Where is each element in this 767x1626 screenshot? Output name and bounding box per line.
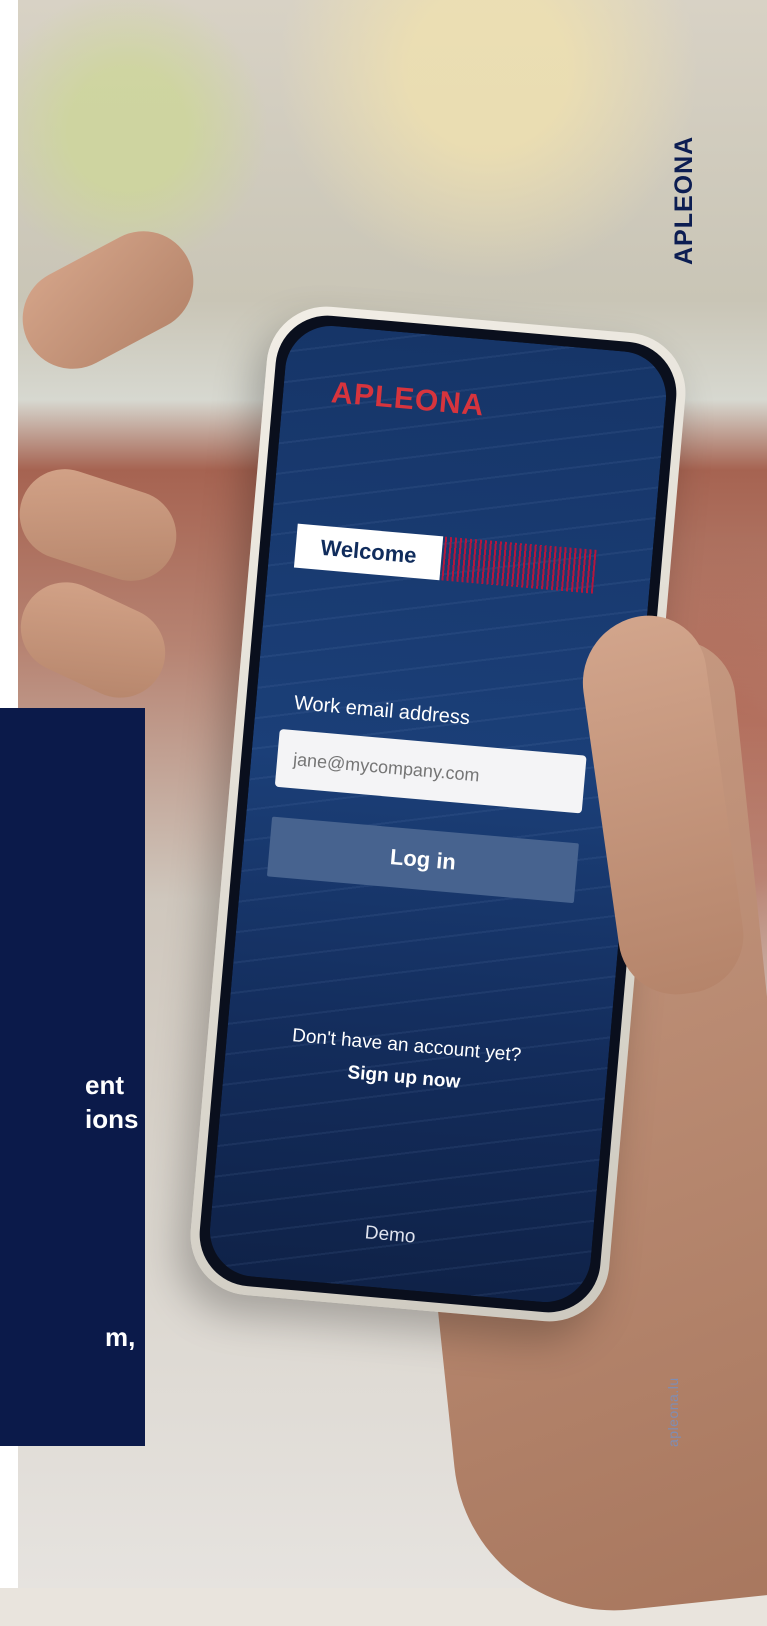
stripe-pattern — [441, 536, 597, 594]
text-panel: ent ions m, — [0, 708, 145, 1446]
login-button[interactable]: Log in — [266, 816, 579, 904]
email-field[interactable] — [274, 728, 587, 814]
panel-text-line: m, — [105, 1322, 136, 1352]
welcome-title: Welcome — [293, 523, 444, 581]
app-logo: APLEONA — [329, 376, 486, 423]
panel-text-line: ions — [85, 1104, 139, 1134]
panel-text-line: ent — [85, 1070, 124, 1100]
email-label: Work email address — [293, 692, 471, 730]
welcome-banner: Welcome — [293, 523, 597, 594]
demo-link[interactable]: Demo — [240, 1211, 541, 1259]
brand-logo-vertical: APLEONA — [670, 135, 698, 265]
site-url: apleona.lu — [665, 1377, 681, 1447]
